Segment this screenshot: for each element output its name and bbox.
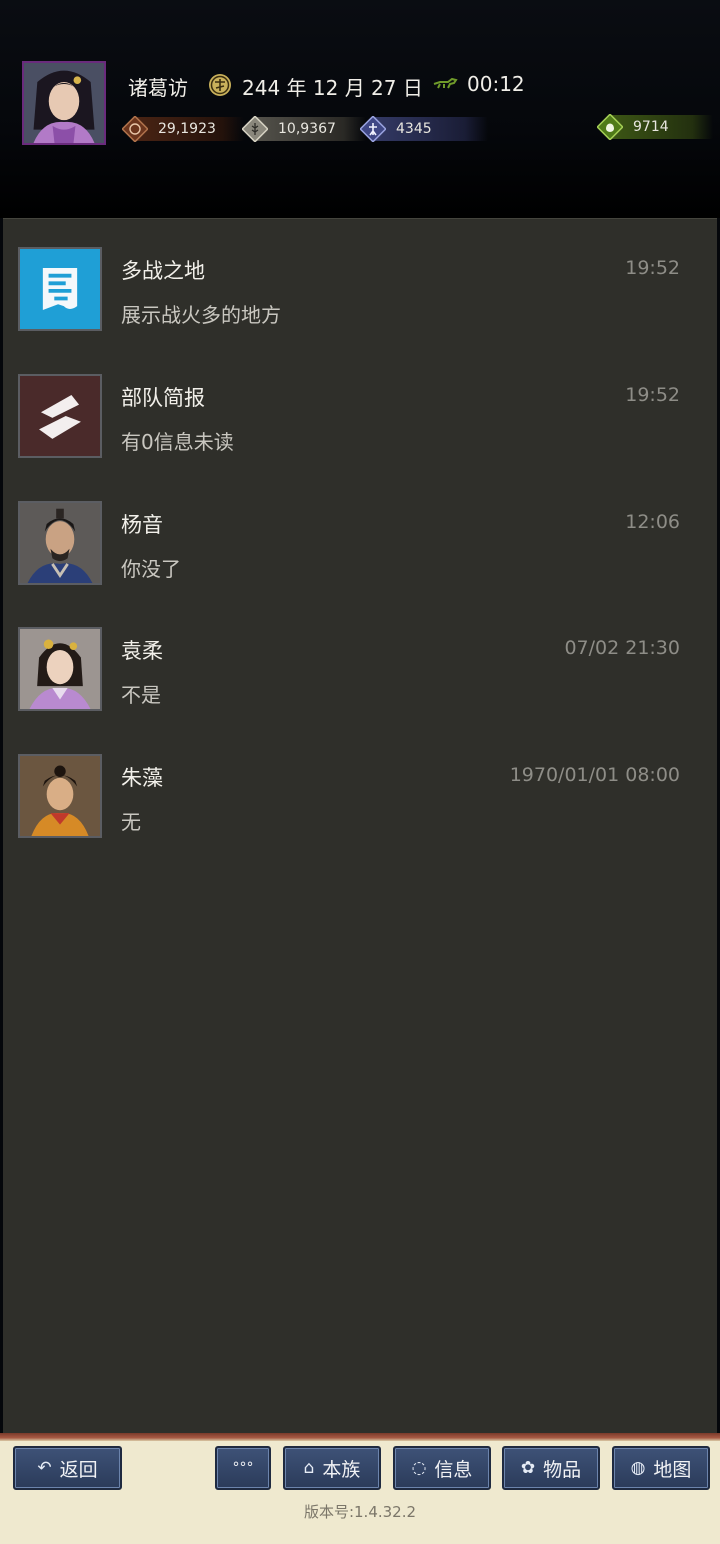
items-icon: ✿ (520, 1458, 536, 1478)
war-map-icon (18, 247, 102, 331)
back-arrow-icon: ↶ (37, 1458, 52, 1478)
info-label: 信息 (434, 1458, 473, 1481)
map-label: 地图 (653, 1458, 692, 1481)
money-resource[interactable]: 29,1923 (122, 114, 244, 144)
message-title: 朱藻 (121, 766, 163, 790)
player-name: 诸葛访 (128, 76, 188, 100)
message-time: 12:06 (625, 511, 680, 533)
items-label: 物品 (543, 1458, 582, 1481)
grain-icon (242, 116, 268, 142)
horse-icon (433, 77, 458, 89)
message-time: 1970/01/01 08:00 (509, 764, 680, 786)
female-portrait (18, 627, 102, 711)
player-portrait-image (24, 63, 104, 143)
info-button[interactable]: ◌ 信息 (393, 1446, 491, 1490)
bottom-nav-bar: ↶ 返回 °°° ⌂ 本族 ◌ 信息 ✿ 物品 ◍ 地图 版本号:1.4.32.… (0, 1433, 720, 1544)
more-dots-icon: °°° (232, 1460, 254, 1476)
status-header: 诸葛访 244 年 12 月 27 日 00:12 29,1923 10,936… (0, 0, 720, 218)
message-title: 部队简报 (121, 386, 205, 410)
clan-label: 本族 (322, 1458, 361, 1481)
message-title: 多战之地 (121, 259, 205, 283)
message-time: 07/02 21:30 (564, 637, 680, 659)
message-title: 袁柔 (121, 639, 163, 663)
treasure-resource[interactable]: 9714 (597, 112, 713, 142)
message-time: 19:52 (625, 384, 680, 406)
soldiers-resource[interactable]: 4345 (360, 114, 488, 144)
message-preview: 无 (121, 810, 141, 834)
version-label: 版本号:1.4.32.2 (303, 1503, 417, 1521)
list-item[interactable]: 杨音 你没了 12:06 (3, 501, 717, 601)
list-item[interactable]: 朱藻 无 1970/01/01 08:00 (3, 754, 717, 854)
back-button[interactable]: ↶ 返回 (13, 1446, 122, 1490)
list-item[interactable]: 多战之地 展示战火多的地方 19:52 (3, 247, 717, 347)
items-button[interactable]: ✿ 物品 (502, 1446, 600, 1490)
message-preview: 不是 (121, 683, 161, 707)
money-value: 29,1923 (158, 121, 216, 137)
male-general-portrait (18, 501, 102, 585)
soldier-icon (360, 116, 386, 142)
message-preview: 有0信息未读 (121, 430, 234, 454)
food-resource[interactable]: 10,9367 (242, 114, 366, 144)
list-item[interactable]: 部队简报 有0信息未读 19:52 (3, 374, 717, 474)
clan-button[interactable]: ⌂ 本族 (283, 1446, 381, 1490)
message-time: 19:52 (625, 257, 680, 279)
message-list: 多战之地 展示战火多的地方 19:52 部队简报 有0信息未读 19:52 杨音… (3, 218, 717, 1434)
player-portrait[interactable] (22, 61, 106, 145)
coin-icon (122, 116, 148, 142)
treasure-value: 9714 (633, 119, 669, 135)
message-title: 杨音 (121, 513, 163, 537)
child-portrait (18, 754, 102, 838)
more-button[interactable]: °°° (215, 1446, 271, 1490)
chat-bubble-icon: ◌ (411, 1458, 427, 1478)
army-report-icon (18, 374, 102, 458)
bag-icon (597, 114, 623, 140)
soldiers-value: 4345 (396, 121, 432, 137)
map-button[interactable]: ◍ 地图 (612, 1446, 710, 1490)
game-date: 244 年 12 月 27 日 (242, 76, 423, 100)
calendar-seal-icon (209, 74, 231, 96)
globe-icon: ◍ (630, 1458, 646, 1478)
game-time: 00:12 (467, 72, 525, 96)
food-value: 10,9367 (278, 121, 336, 137)
message-preview: 展示战火多的地方 (121, 303, 281, 327)
bottom-bar-trim (0, 1433, 720, 1441)
clan-icon: ⌂ (303, 1458, 315, 1478)
list-item[interactable]: 袁柔 不是 07/02 21:30 (3, 627, 717, 727)
back-label: 返回 (59, 1458, 98, 1481)
message-preview: 你没了 (121, 557, 181, 581)
